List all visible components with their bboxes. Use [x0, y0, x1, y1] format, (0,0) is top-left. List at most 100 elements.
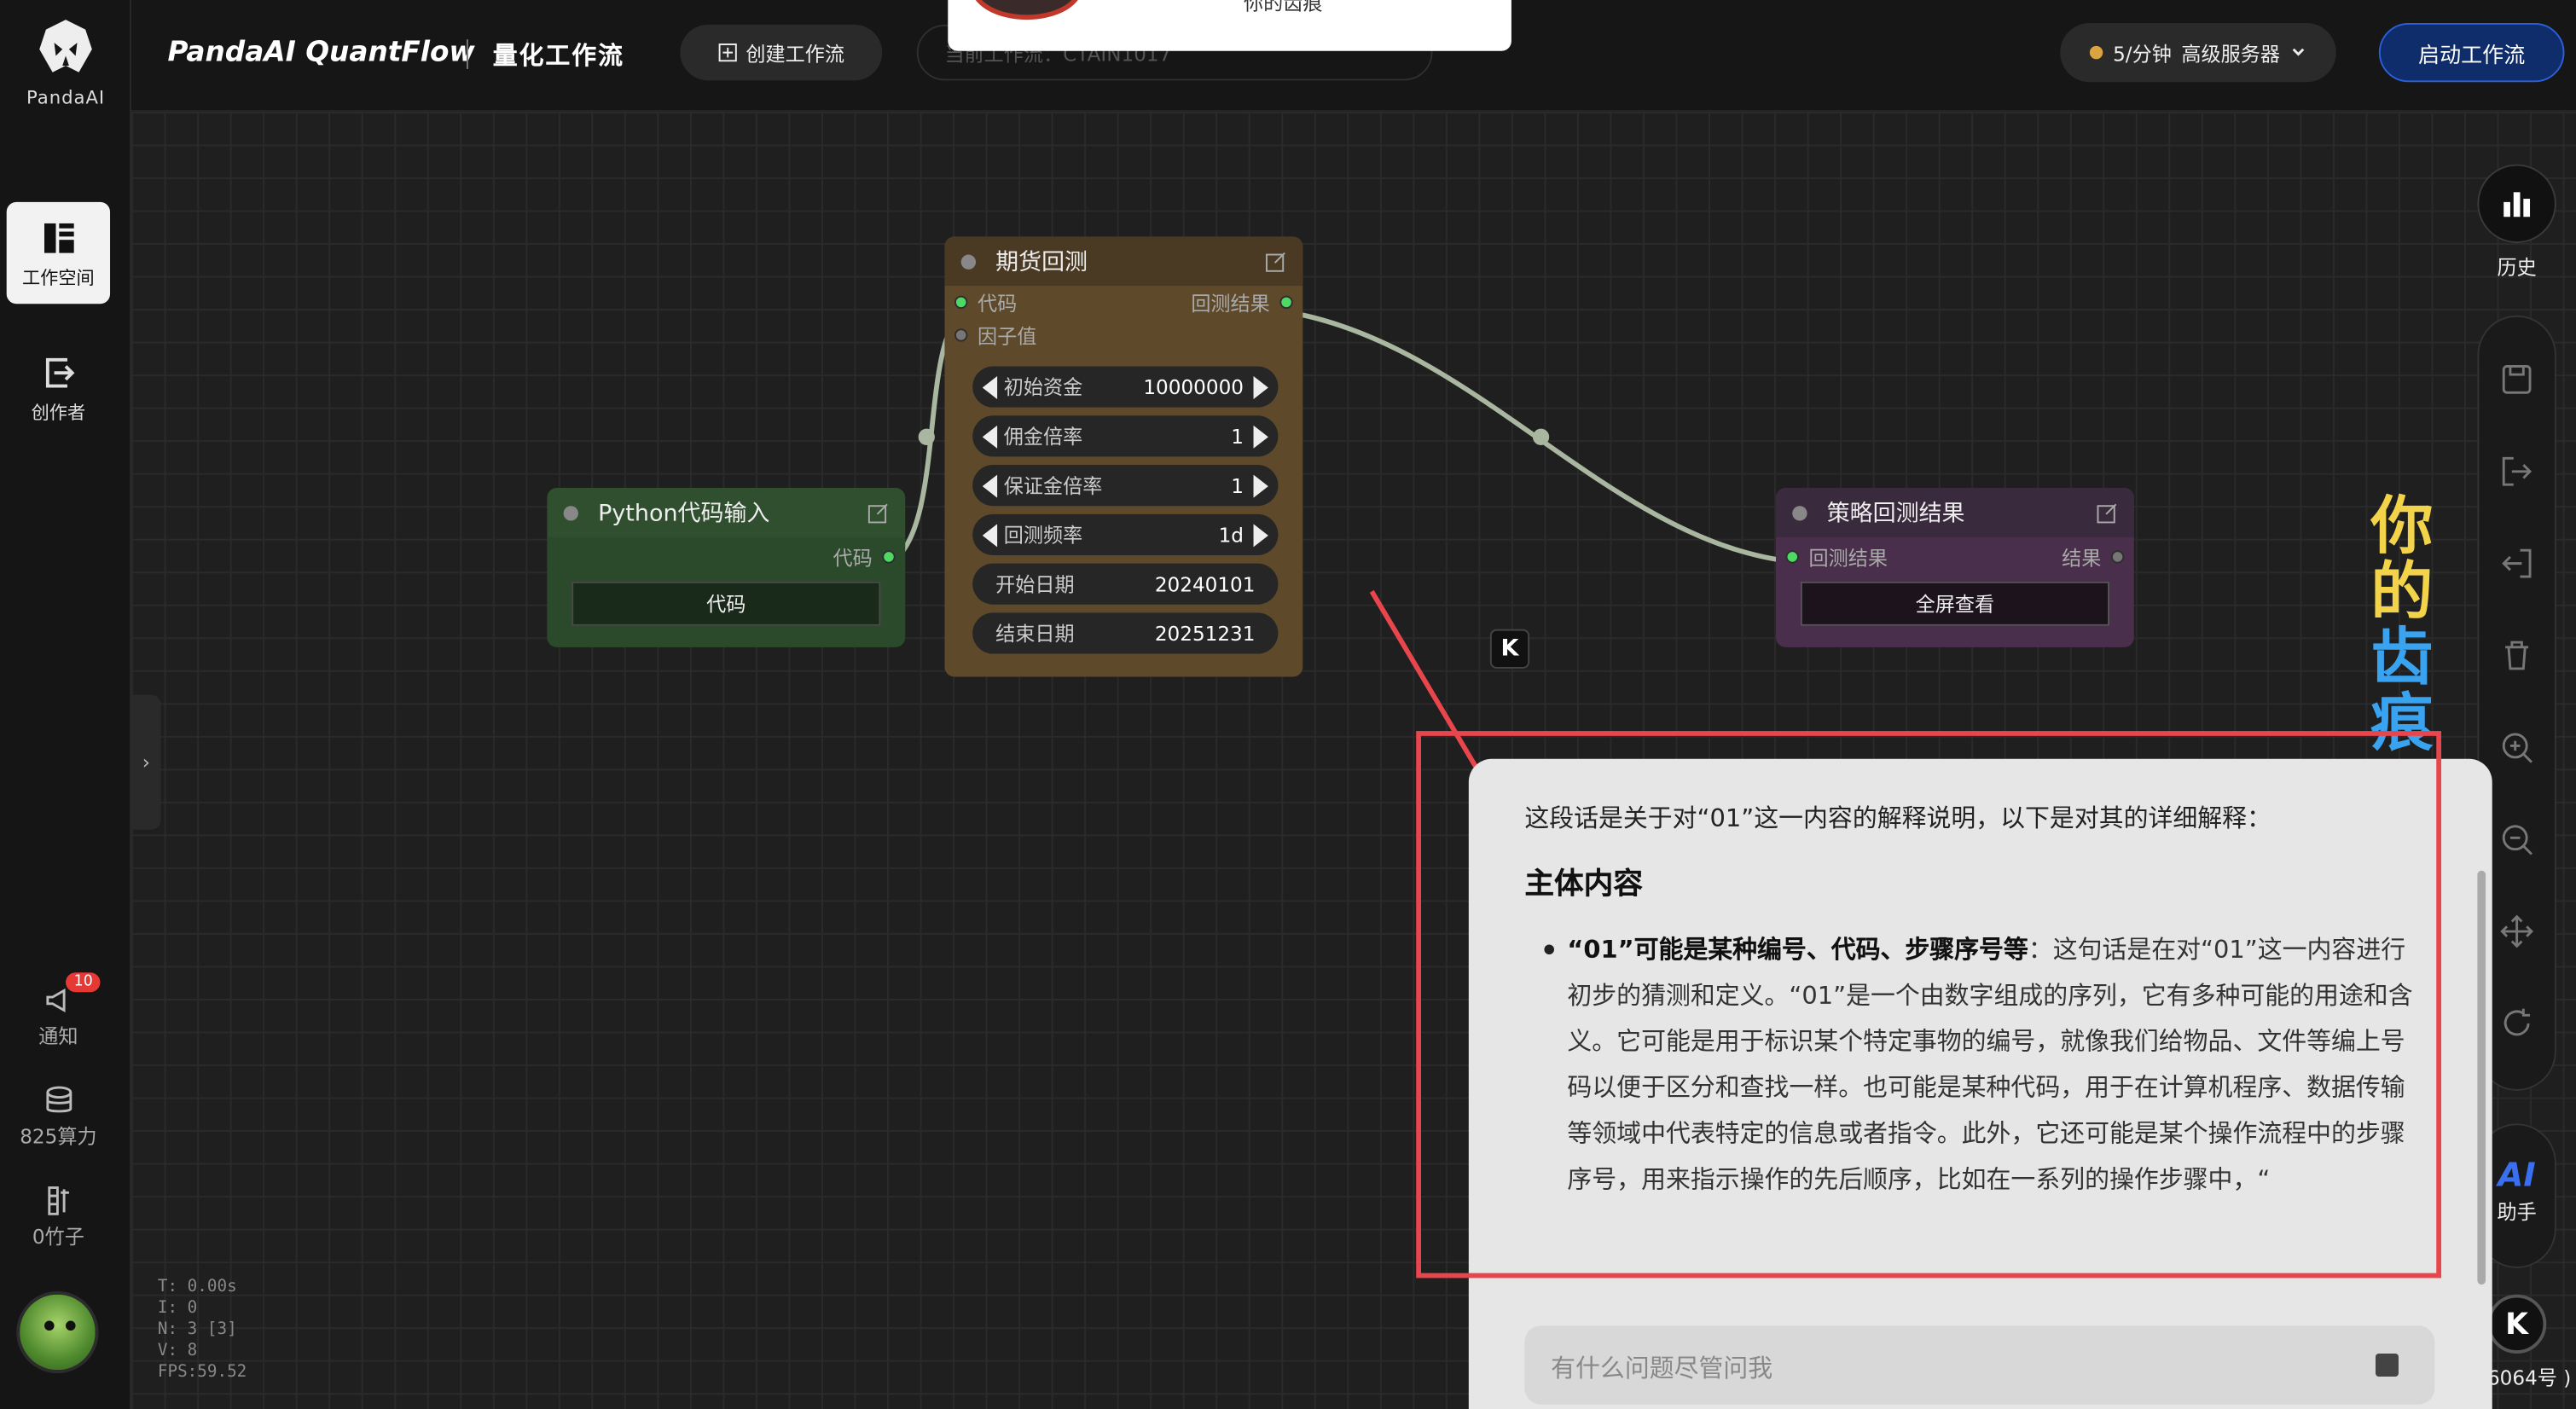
output-port-row: 代码 — [547, 541, 905, 574]
param-value: 1 — [1231, 473, 1244, 497]
node-header[interactable]: 策略回测结果 — [1776, 488, 2134, 537]
pandaai-logo[interactable]: PandaAI — [13, 16, 118, 108]
increment-arrow-icon[interactable] — [1253, 473, 1268, 497]
server-select[interactable]: 5/分钟 高级服务器 — [2060, 22, 2336, 83]
param-start-date[interactable]: 开始日期 20240101 — [972, 563, 1279, 605]
creator-icon — [44, 357, 74, 388]
chevron-right-icon: › — [142, 751, 151, 774]
user-avatar[interactable] — [16, 1290, 99, 1374]
k-logo-icon[interactable]: K — [1489, 629, 1530, 669]
sidebar-collapse-toggle[interactable]: › — [131, 694, 161, 830]
decrement-arrow-icon[interactable] — [982, 523, 998, 547]
port-label: 代码 — [977, 291, 1018, 315]
annotation-highlight-box — [1416, 731, 2442, 1279]
futures-backtest-node[interactable]: 期货回测 代码 回测结果 因子值 初始资金 10000000 佣金倍率 1 保证… — [944, 236, 1303, 677]
sidebar-item-workspace[interactable]: 工作空间 — [6, 201, 111, 304]
param-end-date[interactable]: 结束日期 20251231 — [972, 612, 1279, 654]
node-status-dot — [563, 505, 578, 520]
edit-icon[interactable] — [1265, 251, 1286, 272]
param-frequency[interactable]: 回测频率 1d — [972, 513, 1279, 555]
port-row: 因子值 — [944, 319, 1303, 352]
rate-label: 5/分钟 — [2113, 42, 2172, 66]
coin-icon — [2090, 45, 2103, 60]
vertical-art-text: 你 的 齿 痕 — [2365, 493, 2438, 756]
sidebar-item-creator[interactable]: 创作者 — [7, 337, 110, 438]
create-workflow-button[interactable]: 创建工作流 — [680, 24, 883, 81]
left-sidebar: PandaAI 工作空间 创作者 10 通知 825算力 0竹子 — [0, 0, 132, 1409]
zoom-in-icon[interactable] — [2498, 729, 2534, 765]
port-label: 结果 — [2062, 546, 2102, 570]
param-value: 1 — [1231, 424, 1244, 448]
profile-popup[interactable]: 你的齿痕 — [948, 0, 1511, 51]
start-workflow-button[interactable]: 启动工作流 — [2378, 22, 2565, 83]
param-margin[interactable]: 保证金倍率 1 — [972, 465, 1279, 507]
stop-icon[interactable] — [2375, 1354, 2399, 1377]
import-icon[interactable] — [2498, 545, 2534, 581]
output-port[interactable] — [1279, 295, 1293, 310]
port-label: 回测结果 — [1191, 291, 1270, 315]
move-icon[interactable] — [2498, 913, 2534, 949]
input-port[interactable] — [954, 328, 968, 342]
sidebar-compute[interactable]: 825算力 — [7, 1086, 110, 1150]
sidebar-notify[interactable]: 10 通知 — [7, 972, 110, 1050]
fullscreen-button[interactable]: 全屏查看 — [1800, 581, 2109, 626]
param-commission[interactable]: 佣金倍率 1 — [972, 415, 1279, 457]
port-label: 回测结果 — [1808, 546, 1888, 570]
avatar-eye — [66, 1320, 76, 1331]
sidebar-bamboo[interactable]: 0竹子 — [7, 1186, 110, 1250]
chat-input[interactable]: 有什么问题尽管问我 — [1524, 1325, 2435, 1405]
port-row: 代码 回测结果 — [944, 286, 1303, 319]
history-button[interactable] — [2477, 164, 2556, 244]
refresh-icon[interactable] — [2498, 1006, 2534, 1041]
output-port[interactable] — [882, 550, 896, 564]
python-code-node[interactable]: Python代码输入 代码 代码 — [547, 488, 906, 647]
art-char: 的 — [2370, 554, 2434, 628]
node-header[interactable]: Python代码输入 — [547, 488, 906, 537]
database-icon — [45, 1086, 72, 1113]
input-port[interactable] — [954, 295, 968, 310]
chat-scrollbar[interactable] — [2477, 870, 2486, 1285]
param-value: 1d — [1218, 523, 1244, 547]
param-label: 初始资金 — [1003, 376, 1083, 400]
save-icon[interactable] — [2498, 362, 2534, 397]
port-label: 因子值 — [977, 324, 1037, 348]
edit-icon[interactable] — [2097, 502, 2118, 523]
zoom-out-icon[interactable] — [2498, 821, 2534, 857]
panda-logo-icon — [39, 20, 92, 72]
stat-fps: FPS:59.52 — [157, 1363, 247, 1382]
edit-icon[interactable] — [867, 502, 889, 523]
bar-chart-icon — [2503, 192, 2531, 217]
output-port[interactable] — [2110, 550, 2125, 564]
increment-arrow-icon[interactable] — [1253, 424, 1268, 448]
port-label: 代码 — [833, 546, 873, 570]
node-title: 策略回测结果 — [1826, 501, 1965, 528]
export-icon[interactable] — [2498, 454, 2534, 490]
bamboo-icon — [47, 1186, 68, 1215]
stat-nodes: N: 3 [3] — [157, 1320, 237, 1339]
param-value: 10000000 — [1143, 375, 1244, 399]
code-button[interactable]: 代码 — [571, 581, 881, 626]
node-status-dot — [1792, 505, 1807, 520]
node-title: Python代码输入 — [598, 501, 770, 528]
input-port[interactable] — [1785, 550, 1799, 564]
chevron-down-icon — [2292, 48, 2304, 56]
sidebar-item-label: 创作者 — [31, 402, 86, 424]
decrement-arrow-icon[interactable] — [982, 375, 998, 399]
increment-arrow-icon[interactable] — [1253, 375, 1268, 399]
decrement-arrow-icon[interactable] — [982, 424, 998, 448]
param-value: 20240101 — [1154, 572, 1256, 596]
node-title: 期货回测 — [995, 249, 1088, 276]
node-status-dot — [960, 253, 977, 269]
decrement-arrow-icon[interactable] — [982, 473, 998, 497]
param-initial-capital[interactable]: 初始资金 10000000 — [972, 366, 1279, 408]
node-header[interactable]: 期货回测 — [944, 236, 1303, 287]
k-avatar-icon[interactable]: K — [2486, 1294, 2547, 1354]
strategy-result-node[interactable]: 策略回测结果 回测结果 结果 全屏查看 — [1776, 488, 2134, 647]
trash-icon[interactable] — [2498, 637, 2534, 673]
brand-divider — [466, 39, 468, 69]
canvas-stats: T: 0.00s I: 0 N: 3 [3] V: 8 FPS:59.52 — [158, 1277, 247, 1383]
increment-arrow-icon[interactable] — [1253, 523, 1268, 547]
popup-avatar — [971, 0, 1083, 20]
art-char: 齿 — [2370, 621, 2434, 693]
port-row: 回测结果 结果 — [1776, 541, 2134, 574]
